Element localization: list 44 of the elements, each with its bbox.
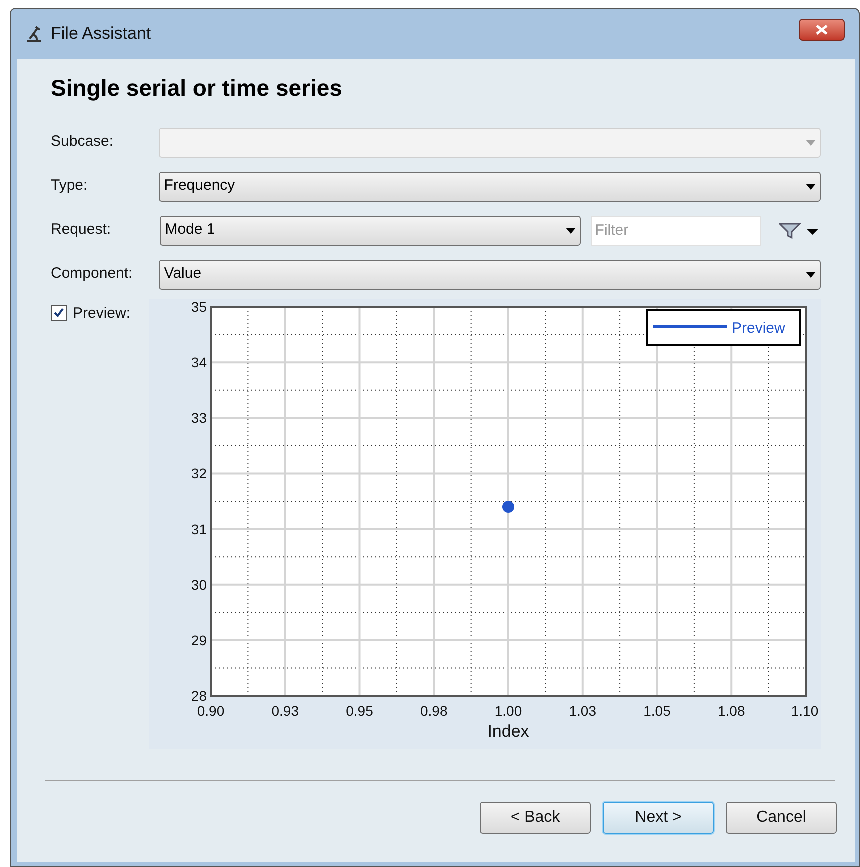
data-point: [502, 500, 514, 513]
microscope-icon: [25, 25, 43, 43]
x-tick-label: 1.10: [791, 702, 819, 718]
y-tick-label: 31: [191, 520, 207, 537]
dropdown[interactable]: Mode 1: [160, 216, 582, 246]
x-tick-label: 0.93: [272, 702, 299, 718]
close-button[interactable]: [799, 19, 845, 41]
dropdown-arrow-icon: [806, 184, 816, 190]
dropdown-arrow-icon: [566, 228, 576, 234]
dropdown[interactable]: Value: [159, 260, 821, 290]
dropdown-arrow-icon: [806, 140, 816, 146]
close-icon: [816, 25, 828, 35]
field-label: Component:: [51, 264, 134, 284]
chart-legend: Preview: [646, 308, 801, 346]
dialog-button[interactable]: < Back: [480, 802, 591, 834]
x-tick-label: 1.00: [494, 702, 522, 718]
page-heading: Single serial or time series: [51, 74, 344, 103]
preview-checkbox[interactable]: [51, 304, 67, 320]
y-tick-label: 34: [191, 354, 207, 370]
x-tick-label: 1.08: [718, 702, 746, 718]
window-title: File Assistant: [51, 23, 152, 46]
field-label: Request:: [51, 220, 112, 240]
y-tick-label: 28: [191, 688, 207, 704]
x-axis-title: Index: [488, 722, 530, 740]
dialog-button[interactable]: Cancel: [726, 802, 837, 834]
dialog-button[interactable]: Next >: [603, 802, 714, 834]
legend-label: Preview: [732, 320, 786, 336]
y-tick-label: 29: [191, 632, 207, 648]
field-label: Type:: [51, 176, 89, 196]
x-tick-label: 1.05: [644, 702, 671, 718]
filter-dropdown-icon[interactable]: [779, 222, 821, 240]
x-tick-label: 0.95: [346, 702, 374, 718]
y-tick-label: 35: [191, 298, 207, 314]
y-tick-label: 33: [191, 410, 207, 426]
filter-field[interactable]: Filter: [591, 216, 762, 246]
preview-label: Preview:: [73, 304, 131, 324]
field-label: Subcase:: [51, 132, 115, 152]
dropdown[interactable]: Frequency: [159, 172, 821, 202]
y-tick-label: 32: [191, 465, 207, 482]
x-tick-label: 0.98: [420, 702, 448, 718]
x-tick-label: 1.03: [569, 702, 596, 718]
x-tick-label: 0.90: [197, 702, 225, 718]
y-tick-label: 30: [191, 576, 207, 592]
dropdown-arrow-icon: [806, 272, 816, 278]
